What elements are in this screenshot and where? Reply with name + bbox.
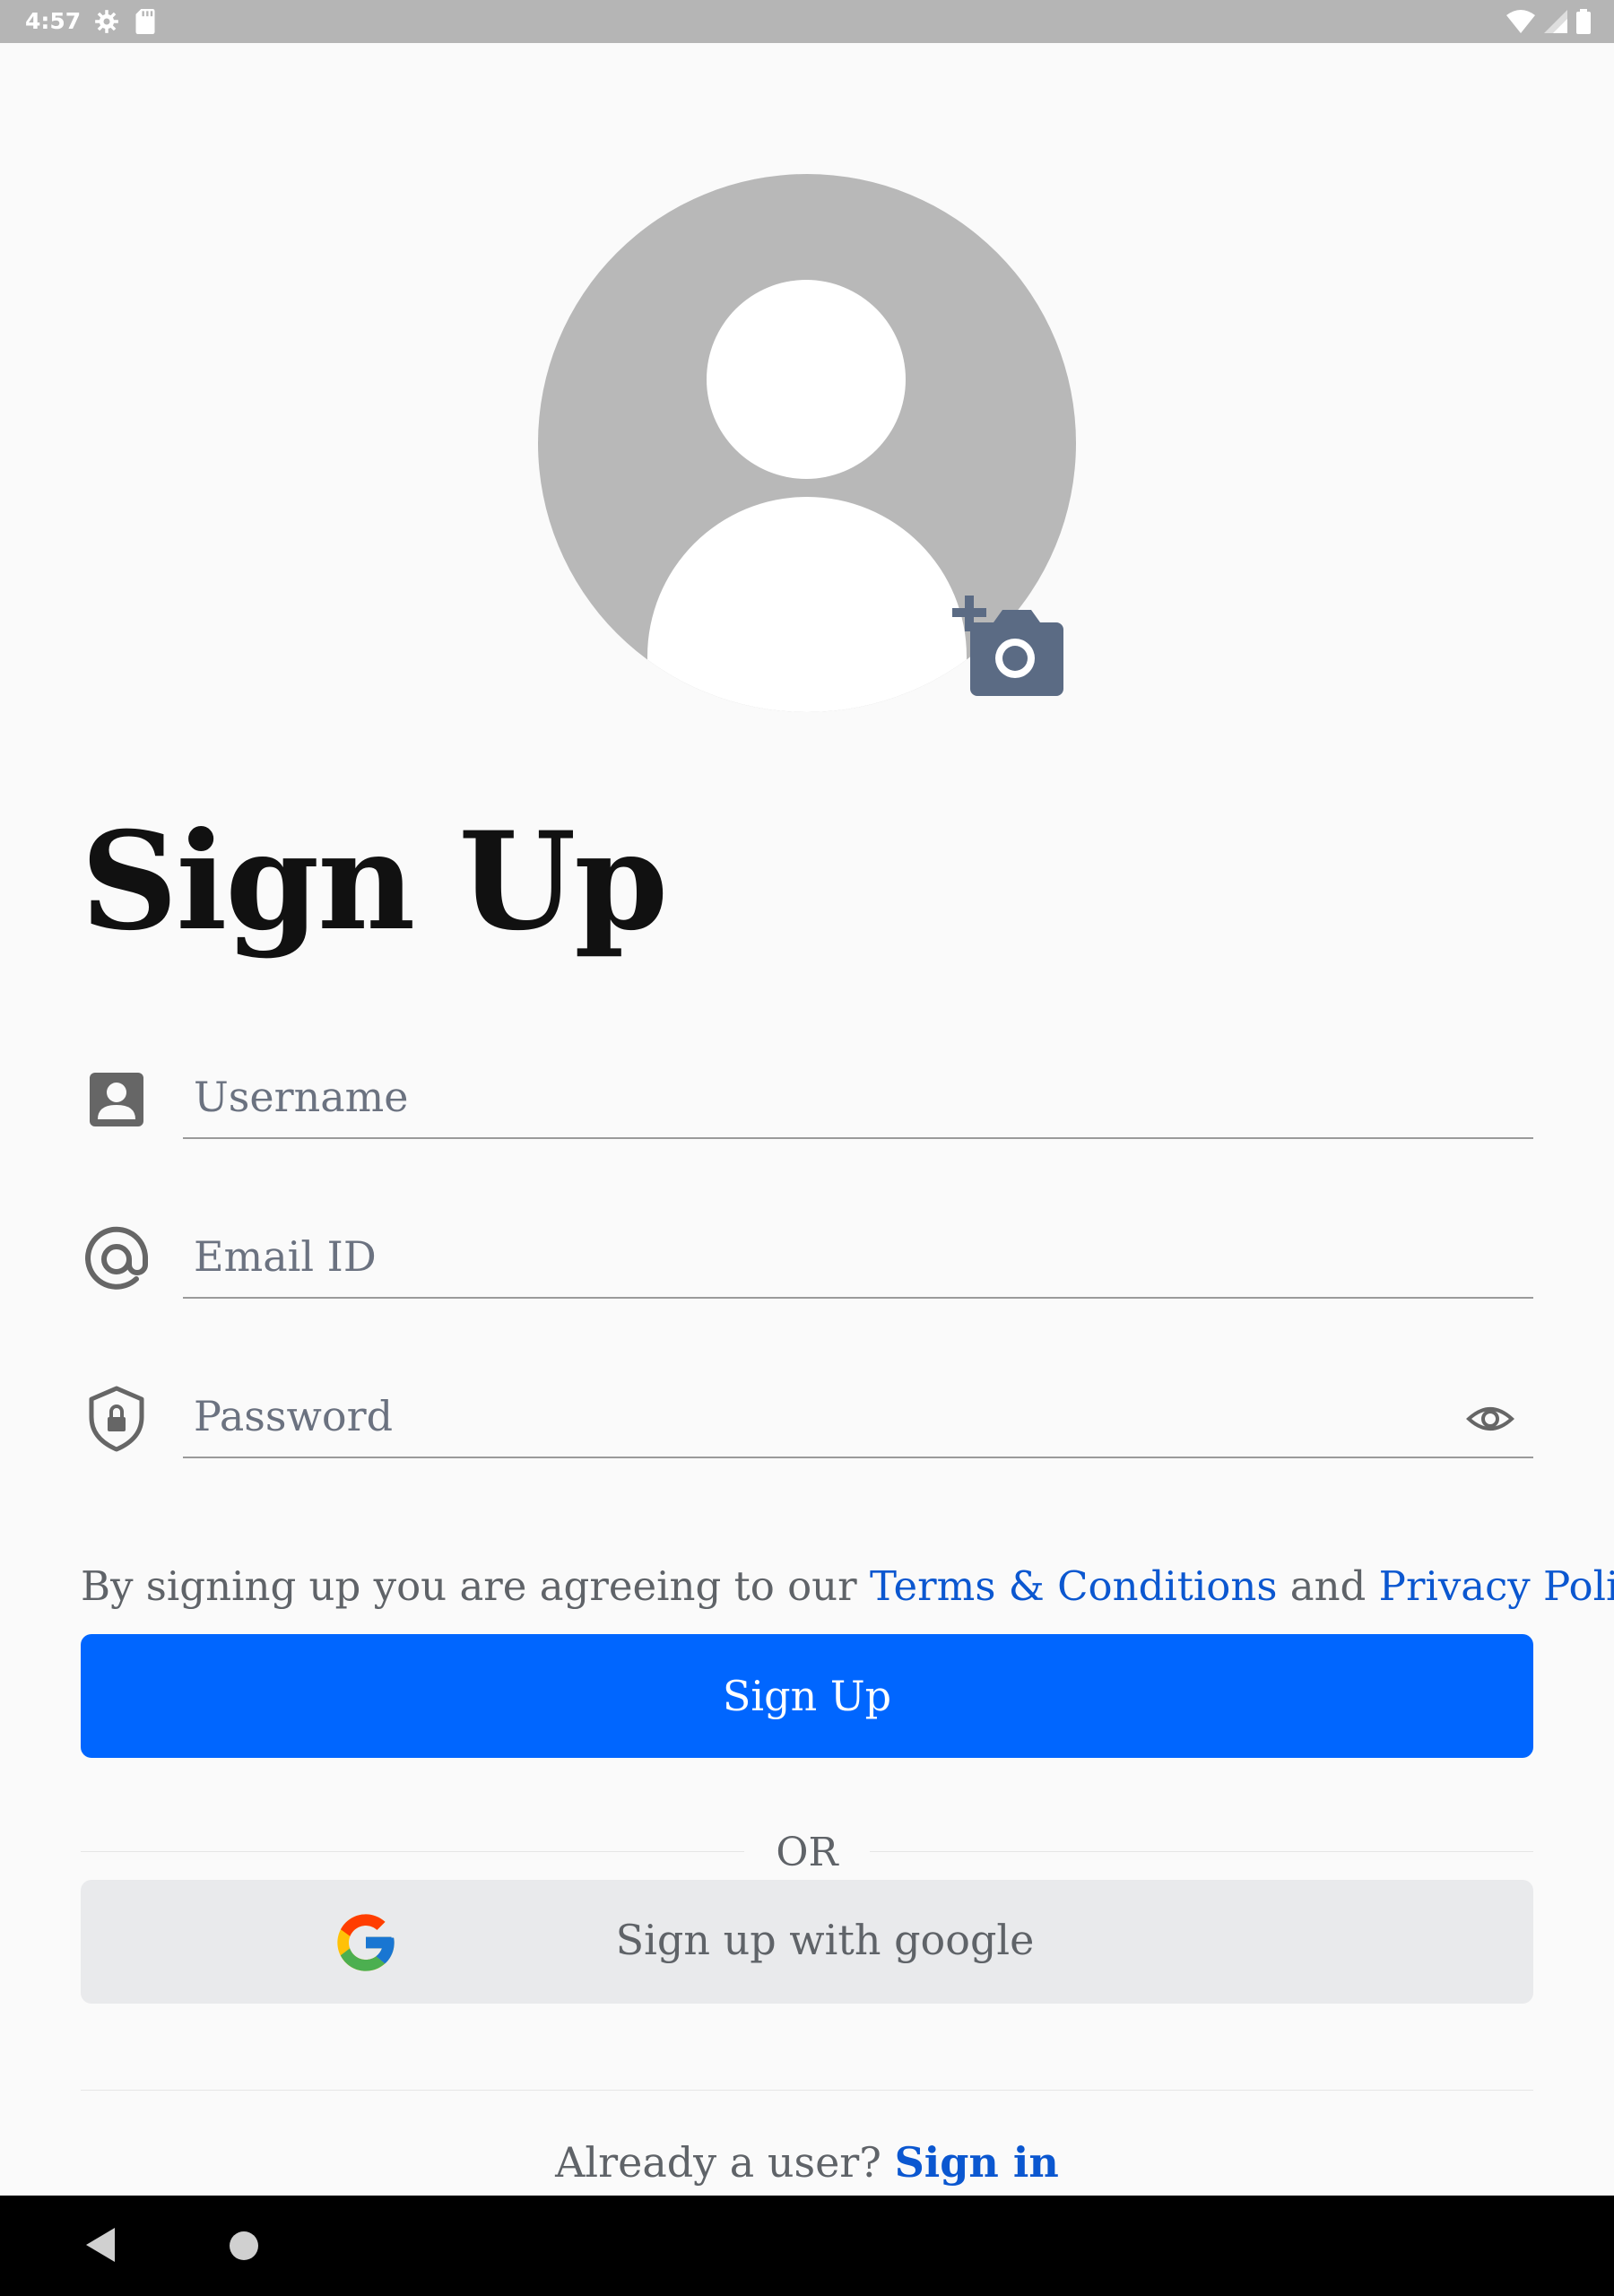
privacy-link[interactable]: Privacy Policy: [1379, 1562, 1614, 1610]
divider-line-right: [870, 1851, 1533, 1852]
email-input[interactable]: [183, 1216, 1533, 1299]
add-photo-icon[interactable]: [952, 594, 1065, 698]
terms-text: By signing up you are agreeing to our Te…: [81, 1562, 1614, 1610]
wifi-icon: [1506, 10, 1535, 33]
signin-row: Already a user? Sign in: [0, 2138, 1614, 2187]
terms-prefix: By signing up you are agreeing to our: [81, 1562, 870, 1610]
signin-prompt: Already a user?: [555, 2138, 895, 2187]
terms-link[interactable]: Terms & Conditions: [870, 1562, 1277, 1610]
bottom-divider: [81, 2090, 1533, 2091]
username-input[interactable]: [183, 1057, 1533, 1139]
sd-card-icon: [135, 9, 155, 34]
signup-screen: Sign Up By signing up you are agre: [0, 43, 1614, 2196]
google-signup-button[interactable]: Sign up with google: [81, 1880, 1533, 2004]
status-left-icons: [94, 9, 155, 34]
avatar-body: [647, 497, 967, 712]
status-bar: 4:57: [0, 0, 1614, 43]
settings-icon: [95, 10, 118, 33]
signup-button[interactable]: Sign Up: [81, 1634, 1533, 1758]
back-icon[interactable]: [82, 2224, 118, 2266]
navigation-bar: [0, 2196, 1614, 2296]
eye-icon[interactable]: [1465, 1394, 1515, 1444]
cell-signal-icon: [1544, 10, 1567, 33]
email-row: [81, 1216, 1533, 1333]
password-input[interactable]: [183, 1376, 1533, 1458]
terms-middle: and: [1277, 1562, 1379, 1610]
username-row: [81, 1057, 1533, 1173]
page-title: Sign Up: [81, 803, 668, 961]
at-sign-icon: [85, 1226, 149, 1290]
account-box-icon: [90, 1073, 143, 1126]
password-row: [81, 1376, 1533, 1492]
or-text: OR: [776, 1830, 838, 1875]
or-divider: OR: [81, 1815, 1533, 1887]
profile-photo-picker[interactable]: [538, 174, 1076, 712]
battery-icon: [1576, 9, 1591, 34]
home-icon[interactable]: [230, 2231, 258, 2260]
signin-link[interactable]: Sign in: [895, 2138, 1059, 2187]
google-button-label: Sign up with google: [615, 1916, 1035, 1964]
shield-lock-icon: [89, 1386, 144, 1452]
avatar-head: [707, 280, 906, 479]
status-time: 4:57: [25, 8, 82, 34]
status-right-icons: [1506, 9, 1591, 34]
